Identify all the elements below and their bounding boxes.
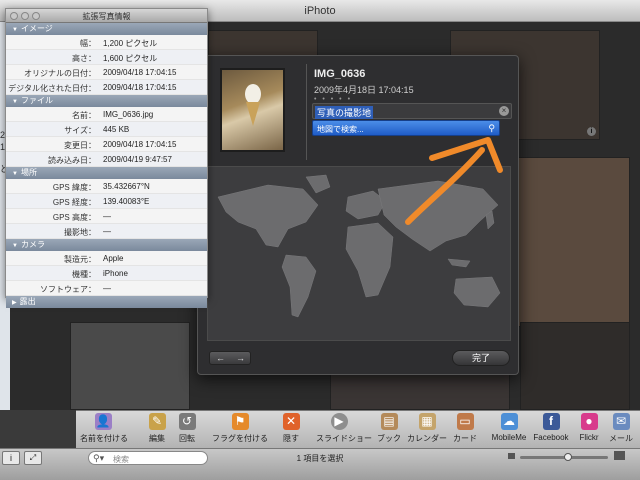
section-header-image[interactable]: ▼ イメージ: [6, 23, 207, 35]
info-row: 名前： IMG_0636.jpg: [6, 107, 207, 122]
section-header-file[interactable]: ▼ ファイル: [6, 95, 207, 107]
map-nav-buttons[interactable]: ← →: [209, 351, 251, 365]
section-rows-camera: 製造元： Apple 機種： iPhone ソフトウェア： —: [6, 251, 207, 296]
place-field[interactable]: 写真の撮影地 ×: [312, 103, 512, 119]
section-header-camera[interactable]: ▼ カメラ: [6, 239, 207, 251]
toolbar: 👤 名前を付ける ✎ 編集 ↺ 回転 ⚑ フラグを付ける ✕ 隠す ▶ スライドショー ▤ ブ…: [76, 410, 640, 448]
arrow-right-icon[interactable]: →: [236, 353, 245, 363]
magnifier-icon: ⚲: [488, 123, 495, 133]
panel-title: 拡張写真情報: [82, 12, 131, 21]
mail-icon: ✉: [612, 413, 630, 430]
photo-thumbnail[interactable]: [70, 322, 190, 410]
info-row: オリジナルの日付： 2009/04/18 17:04:15: [6, 65, 207, 80]
info-row: 製造元： Apple: [6, 251, 207, 266]
hide-x-icon: ✕: [282, 413, 300, 430]
info-row: GPS 高度： —: [6, 209, 207, 224]
info-row: 読み込み日： 2009/04/19 9:47:57: [6, 152, 207, 167]
disclosure-triangle-icon[interactable]: ▼: [12, 27, 18, 33]
zoom-large-icon: [614, 451, 625, 460]
info-row: サイズ： 445 KB: [6, 122, 207, 137]
rotate-icon: ↺: [178, 413, 196, 430]
ice-cream-cone-icon: [245, 84, 261, 126]
info-row: 機種： iPhone: [6, 266, 207, 281]
section-rows-place: GPS 緯度： 35.432667°N GPS 経度： 139.40083°E GP…: [6, 179, 207, 239]
photo-name[interactable]: IMG_0636: [314, 68, 365, 80]
name-button[interactable]: 👤 名前を付ける: [80, 413, 128, 447]
divider: [306, 64, 307, 160]
iphoto-window: iPhoto 2 1 ど i IMG_0636 2009年4月18日 17:04…: [0, 0, 640, 480]
mobileme-button[interactable]: ☁ MobileMe: [486, 413, 532, 447]
disclosure-triangle-icon[interactable]: ▼: [12, 171, 18, 177]
zoom-slider-knob[interactable]: [564, 453, 572, 461]
pencil-icon: ✎: [148, 413, 166, 430]
section-rows-image: 幅： 1,200 ピクセル 高さ： 1,600 ピクセル オリジナルの日付： 2009…: [6, 35, 207, 95]
map-search-field[interactable]: 地図で検索... ⚲: [312, 120, 500, 136]
info-row: 幅： 1,200 ピクセル: [6, 35, 207, 50]
name-icon: 👤: [94, 413, 112, 430]
photo-thumbnail[interactable]: [520, 322, 630, 410]
photo-thumbnail[interactable]: [510, 157, 630, 327]
place-field-text: 写真の撮影地: [315, 106, 374, 119]
play-icon: ▶: [330, 413, 348, 430]
zoom-slider[interactable]: [520, 453, 608, 461]
flickr-icon: ●: [580, 413, 598, 430]
arrow-left-icon[interactable]: ←: [216, 353, 225, 363]
section-header-exposure[interactable]: ▶ 露出: [6, 296, 207, 308]
card-icon: ▭: [456, 413, 474, 430]
done-button[interactable]: 完了: [452, 350, 510, 366]
disclosure-triangle-icon[interactable]: ▶: [12, 300, 17, 306]
world-map[interactable]: [207, 166, 511, 341]
card-button[interactable]: ▭ カード: [442, 413, 488, 447]
disclosure-triangle-icon[interactable]: ▼: [12, 243, 18, 249]
info-row: GPS 経度： 139.40083°E: [6, 194, 207, 209]
panel-titlebar: 拡張写真情報: [6, 9, 207, 23]
info-row: 高さ： 1,600 ピクセル: [6, 50, 207, 65]
photo-preview: [220, 68, 285, 152]
rating-stars[interactable]: • • • • •: [314, 96, 352, 103]
info-row: 撮影地： —: [6, 224, 207, 239]
clear-icon[interactable]: ×: [499, 106, 509, 116]
cloud-icon: ☁: [500, 413, 518, 430]
section-header-place[interactable]: ▼ 場所: [6, 167, 207, 179]
book-icon: ▤: [380, 413, 398, 430]
map-search-placeholder: 地図で検索...: [317, 125, 364, 134]
info-row: デジタル化された日付： 2009/04/18 17:04:15: [6, 80, 207, 95]
info-row: ソフトウェア： —: [6, 281, 207, 296]
facebook-icon: f: [542, 413, 560, 430]
photo-datetime[interactable]: 2009年4月18日 17:04:15: [314, 83, 414, 96]
info-row: 変更日： 2009/04/18 17:04:15: [6, 137, 207, 152]
flag-button[interactable]: ⚑ フラグを付ける: [212, 413, 268, 447]
mail-button[interactable]: ✉ メール: [598, 413, 640, 447]
disclosure-triangle-icon[interactable]: ▼: [12, 99, 18, 105]
zoom-small-icon: [508, 453, 515, 459]
info-row: GPS 緯度： 35.432667°N: [6, 179, 207, 194]
slideshow-button[interactable]: ▶ スライドショー: [316, 413, 372, 447]
extended-info-panel: 拡張写真情報 ▼ イメージ 幅： 1,200 ピクセル 高さ： 1,600 ピクセル …: [5, 8, 208, 308]
section-rows-file: 名前： IMG_0636.jpg サイズ： 445 KB 変更日： 2009/04/1…: [6, 107, 207, 167]
rotate-button[interactable]: ↺ 回転: [164, 413, 210, 447]
place-popover: IMG_0636 2009年4月18日 17:04:15 • • • • • 写…: [197, 55, 519, 375]
statusbar: i ⤢ ⚲▾ 検索 1 項目を選択: [0, 448, 640, 480]
info-icon[interactable]: i: [587, 127, 596, 136]
calendar-icon: ▦: [418, 413, 436, 430]
hide-button[interactable]: ✕ 隠す: [268, 413, 314, 447]
world-map-graphic: [217, 174, 501, 318]
flag-icon: ⚑: [231, 413, 249, 430]
